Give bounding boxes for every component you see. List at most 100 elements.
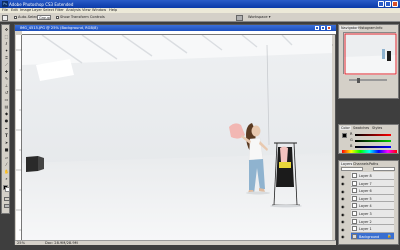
type-icon[interactable]: T [4,133,10,138]
notes-icon[interactable]: ▱ [4,155,10,160]
visibility-eye-icon[interactable]: ◉ [341,219,345,224]
hand-icon[interactable]: ✋ [4,169,10,174]
menu-view[interactable]: View [82,8,91,13]
workspace-button[interactable]: Workspace ▾ [248,15,271,20]
visibility-eye-icon[interactable]: ◉ [341,234,345,239]
crop-icon[interactable]: ⌗ [4,55,10,60]
history-brush-icon[interactable]: ↺ [4,90,10,95]
channel-r-label: R [350,132,353,136]
layer-row[interactable]: ◉ Layer 1 [341,225,394,233]
document-window: IMG_4515.JPG @ 25% (Background, RGB/8) 2… [14,24,336,245]
doc-minimize-button[interactable] [315,26,319,30]
zoom-level[interactable]: 25% [17,241,25,246]
title-bar: Ps Adobe Photoshop CS3 Extended [0,0,400,8]
navigator-panel: Navigator Histogram Info [338,24,399,99]
navigator-zoom-handle[interactable] [357,77,360,83]
options-bar: Auto-Select: Group Show Transform Contro… [0,13,400,30]
quick-mask-button[interactable] [3,197,10,201]
screen-mode-button[interactable] [3,204,10,208]
menu-analysis[interactable]: Analysis [66,8,81,13]
maximize-button[interactable] [385,1,391,7]
doc-maximize-button[interactable] [321,26,325,30]
tab-swatches[interactable]: Swatches [352,126,370,131]
brush-icon[interactable]: ✎ [4,76,10,81]
visibility-eye-icon[interactable]: ◉ [341,212,345,217]
menu-image[interactable]: Image [20,8,31,13]
tools-panel: ✥ ⬚ ℓ ✦ ⌗ ⟋ ✚ ✎ ⊥ ↺ ▭ ▤ ◆ ● ✒ T ➤ ■ ▱ ⁄ … [1,24,10,214]
tab-paths[interactable]: Paths [368,162,379,167]
red-slider[interactable] [355,134,391,136]
channel-g-label: G [350,138,353,142]
layer-row[interactable]: ◉ Layer 6 [341,187,394,195]
canvas-image[interactable] [22,35,332,240]
pen-icon[interactable]: ✒ [4,126,10,131]
layer-row[interactable]: ◉ Layer 7 [341,179,394,188]
stamp-icon[interactable]: ⊥ [4,83,10,88]
bridge-button[interactable] [236,14,243,21]
menu-layer[interactable]: Layer [32,8,42,13]
path-select-icon[interactable]: ➤ [4,140,10,145]
move-tool-preset[interactable] [2,14,9,30]
status-bar: 25% Doc: 28.9M/28.9M [15,240,336,245]
tab-styles[interactable]: Styles [371,126,383,131]
marquee-icon[interactable]: ⬚ [4,34,10,39]
document-title: IMG_4515.JPG @ 25% (Background, RGB/8) [20,26,98,31]
window-title: Adobe Photoshop CS3 Extended [9,2,74,7]
tab-info[interactable]: Info [375,26,383,31]
status-menu-arrow-icon[interactable] [95,242,98,245]
photoshop-window: Ps Adobe Photoshop CS3 Extended File Edi… [0,0,400,250]
dodge-icon[interactable]: ● [4,118,10,123]
auto-select-checkbox[interactable] [14,16,17,19]
navigator-zoom-slider[interactable] [349,79,387,81]
layer-row[interactable]: ◉ Layer 8 [341,172,394,180]
navigator-thumbnail[interactable] [343,32,397,75]
app-icon: Ps [2,1,8,7]
visibility-eye-icon[interactable]: ◉ [341,174,345,179]
color-fg-swatch[interactable] [342,133,347,138]
blend-mode-dropdown[interactable] [341,167,363,171]
minimize-button[interactable] [378,1,384,7]
layer-row[interactable]: ◉ Layer 5 [341,194,394,203]
tab-color[interactable]: Color [340,125,351,131]
auto-select-dropdown[interactable]: Group [37,15,51,20]
shape-icon[interactable]: ■ [4,147,10,152]
align-buttons[interactable] [110,15,170,29]
visibility-eye-icon[interactable]: ◉ [341,181,345,186]
visibility-eye-icon[interactable]: ◉ [341,196,345,201]
menu-filter[interactable]: Filter [55,8,64,13]
eraser-icon[interactable]: ▭ [4,97,10,102]
gradient-icon[interactable]: ▤ [4,104,10,109]
close-button[interactable] [392,1,398,7]
eyedropper-icon[interactable]: ⁄ [4,162,10,167]
menu-help[interactable]: Help [109,8,117,13]
menu-select[interactable]: Select [43,8,54,13]
opacity-field[interactable] [373,167,395,171]
layer-row-selected[interactable]: ◉ Background 🔒 [341,232,394,241]
show-transform-checkbox[interactable] [56,16,59,19]
blue-slider[interactable] [355,146,391,148]
visibility-eye-icon[interactable]: ◉ [341,204,345,209]
channel-b-label: B [350,144,353,148]
background-color-swatch[interactable] [5,187,10,192]
layer-row[interactable]: ◉ Layer 2 [341,217,394,226]
visibility-eye-icon[interactable]: ◉ [341,189,345,194]
blur-icon[interactable]: ◆ [4,111,10,116]
visibility-eye-icon[interactable]: ◉ [341,227,345,232]
menu-edit[interactable]: Edit [11,8,18,13]
move-icon[interactable]: ✥ [4,27,10,32]
menu-file[interactable]: File [2,8,8,13]
magic-wand-icon[interactable]: ✦ [4,48,10,53]
healing-icon[interactable]: ✚ [4,69,10,74]
color-ramp[interactable] [342,150,397,153]
tab-navigator[interactable]: Navigator [340,25,359,31]
doc-close-button[interactable] [327,26,331,30]
doc-info: Doc: 28.9M/28.9M [45,240,78,245]
slice-icon[interactable]: ⟋ [4,62,10,67]
green-slider[interactable] [355,140,391,142]
tab-histogram[interactable]: Histogram [357,26,377,31]
lasso-icon[interactable]: ℓ [4,41,10,46]
menu-window[interactable]: Window [92,8,106,13]
layer-row[interactable]: ◉ Layer 3 [341,210,394,218]
layer-row[interactable]: ◉ Layer 4 [341,202,394,210]
zoom-icon[interactable]: ⌕ [4,176,10,181]
